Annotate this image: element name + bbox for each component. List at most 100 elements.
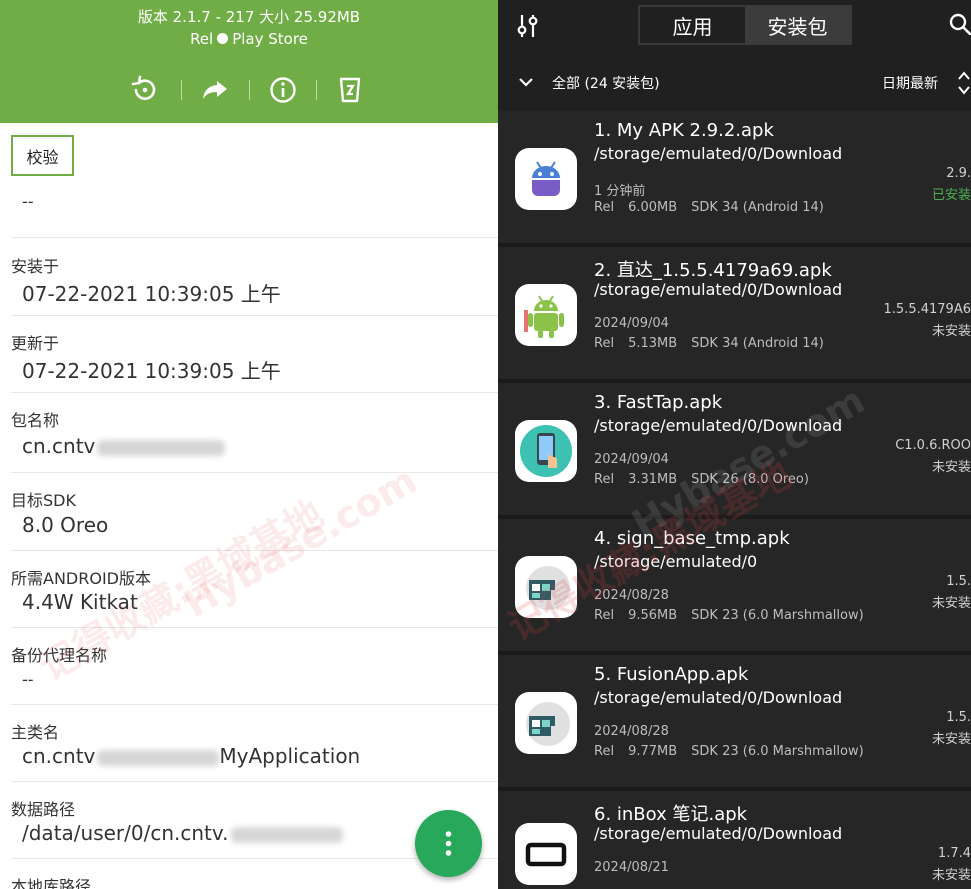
search-icon[interactable] — [949, 13, 971, 35]
package-title: 3. FastTap.apk — [594, 392, 723, 413]
watermark-text: Hybase.com — [176, 457, 425, 627]
data-path-text: /data/user/0/cn.cntv. — [22, 821, 229, 845]
share-icon[interactable] — [199, 74, 231, 106]
install-status: 未安装 — [931, 732, 971, 747]
package-date: 1 分钟前 — [594, 184, 646, 199]
field-value[interactable]: cn.cntv — [22, 434, 226, 458]
verify-button[interactable]: 校验 — [11, 135, 74, 176]
package-list-item[interactable]: 5. FusionApp.apk /storage/emulated/0/Dow… — [498, 655, 971, 791]
filter-bar: 全部 (24 安装包) 日期最新 — [498, 60, 971, 104]
package-list-item[interactable]: 3. FastTap.apk /storage/emulated/0/Downl… — [498, 383, 971, 519]
package-date: 2024/09/04 — [594, 452, 669, 467]
package-date: 2024/08/28 — [594, 588, 669, 603]
divider — [11, 237, 498, 238]
package-version: 2.9. — [946, 166, 971, 181]
restore-icon[interactable] — [129, 74, 161, 106]
filter-settings-icon[interactable] — [516, 13, 540, 39]
divider — [11, 472, 498, 473]
install-status: 未安装 — [931, 324, 971, 339]
package-meta: Rel 9.56MB SDK 23 (6.0 Marshmallow) — [594, 608, 878, 623]
package-meta: Rel 5.13MB SDK 34 (Android 14) — [594, 336, 838, 351]
filter-dropdown[interactable]: 全部 (24 安装包) — [552, 73, 660, 93]
install-status: 已安装 — [931, 188, 971, 203]
sort-label[interactable]: 日期最新 — [882, 73, 938, 93]
release-badge: Rel — [594, 200, 615, 215]
package-path: /storage/emulated/0/Download — [594, 416, 843, 435]
robot-icon — [515, 148, 577, 210]
package-version: 1.7.4 — [937, 846, 971, 861]
verify-result-value: -- — [22, 192, 34, 211]
field-value[interactable]: 07-22-2021 10:39:05 上午 — [22, 278, 281, 307]
package-date: 2024/09/04 — [594, 316, 669, 331]
package-list-panel: 应用 安装包 全部 (24 安装包) 日期最新 1. My APK 2.9.2.… — [498, 0, 971, 889]
package-sdk: SDK 34 (Android 14) — [691, 200, 824, 215]
package-title: 6. inBox 笔记.apk — [594, 804, 748, 825]
package-size: 9.56MB — [628, 608, 678, 623]
package-list-item[interactable]: 6. inBox 笔记.apk /storage/emulated/0/Down… — [498, 791, 971, 889]
field-label: 本地库路径 — [11, 877, 92, 889]
field-label: 备份代理名称 — [11, 646, 108, 665]
redacted-text — [97, 439, 226, 456]
package-sdk: SDK 26 (8.0 Oreo) — [691, 472, 809, 487]
package-version: 1.5. — [946, 574, 971, 589]
box-icon — [515, 823, 577, 885]
uninstall-icon[interactable] — [334, 74, 366, 106]
package-meta: Rel 6.00MB SDK 34 (Android 14) — [594, 200, 838, 215]
install-status: 未安装 — [931, 868, 971, 883]
release-badge: Rel — [594, 336, 615, 351]
field-label: 数据路径 — [11, 800, 76, 819]
store-label: Play Store — [232, 30, 308, 48]
tap-icon — [515, 420, 577, 482]
more-options-fab[interactable] — [415, 810, 482, 877]
release-badge: Rel — [594, 608, 615, 623]
package-version: 1.5. — [946, 710, 971, 725]
main-class-suffix: MyApplication — [219, 744, 361, 768]
package-path: /storage/emulated/0 — [594, 552, 758, 571]
field-label: 包名称 — [11, 411, 60, 430]
field-value[interactable]: 8.0 Oreo — [22, 513, 108, 537]
view-tabs: 应用 安装包 — [638, 5, 852, 45]
package-size: 3.31MB — [628, 472, 678, 487]
package-list-item[interactable]: 1. My APK 2.9.2.apk /storage/emulated/0/… — [498, 111, 971, 247]
tab-apps[interactable]: 应用 — [640, 7, 745, 43]
field-label: 安装于 — [11, 257, 60, 276]
field-value[interactable]: /data/user/0/cn.cntv. — [22, 821, 343, 845]
app-details-panel: 版本 2.1.7 - 217 大小 25.92MB Rel Play Store … — [0, 0, 498, 889]
divider — [11, 704, 498, 705]
install-status: 未安装 — [931, 596, 971, 611]
info-icon[interactable] — [267, 74, 299, 106]
package-version: C1.0.6.ROO — [895, 438, 971, 453]
field-value[interactable]: -- — [22, 670, 34, 689]
package-list-item[interactable]: 4. sign_base_tmp.apk /storage/emulated/0… — [498, 519, 971, 655]
package-version: 1.5.5.4179A6 — [883, 302, 971, 317]
tab-packages[interactable]: 安装包 — [745, 7, 850, 43]
main-class-prefix: cn.cntv — [22, 744, 96, 768]
field-value[interactable]: cn.cntv MyApplication — [22, 744, 360, 768]
package-title: 5. FusionApp.apk — [594, 664, 749, 685]
divider — [11, 315, 498, 316]
release-badge: Rel — [190, 30, 214, 48]
dot-icon — [217, 33, 229, 44]
version-size-text: 版本 2.1.7 - 217 大小 25.92MB — [137, 8, 361, 26]
field-value[interactable]: 4.4W Kitkat — [22, 590, 138, 614]
chevron-down-icon[interactable] — [518, 76, 534, 88]
android-icon — [515, 284, 577, 346]
divider — [11, 627, 498, 628]
package-meta: Rel 9.77MB SDK 23 (6.0 Marshmallow) — [594, 744, 878, 759]
release-badge: Rel — [594, 472, 615, 487]
package-list-item[interactable]: 2. 直达_1.5.5.4179a69.apk /storage/emulate… — [498, 247, 971, 383]
divider — [11, 781, 498, 782]
package-title: 1. My APK 2.9.2.apk — [594, 120, 774, 141]
release-store-line: Rel Play Store — [0, 30, 498, 48]
header-divider — [316, 80, 317, 100]
more-vertical-icon — [445, 831, 452, 856]
package-sdk: SDK 34 (Android 14) — [691, 336, 824, 351]
package-name-text: cn.cntv — [22, 434, 96, 458]
release-badge: Rel — [594, 744, 615, 759]
package-size: 9.77MB — [628, 744, 678, 759]
redacted-text — [230, 826, 343, 843]
field-value[interactable]: 07-22-2021 10:39:05 上午 — [22, 355, 281, 384]
package-path: /storage/emulated/0/Download — [594, 144, 843, 163]
package-path: /storage/emulated/0/Download — [594, 688, 843, 707]
sort-arrows-icon[interactable] — [957, 70, 971, 96]
